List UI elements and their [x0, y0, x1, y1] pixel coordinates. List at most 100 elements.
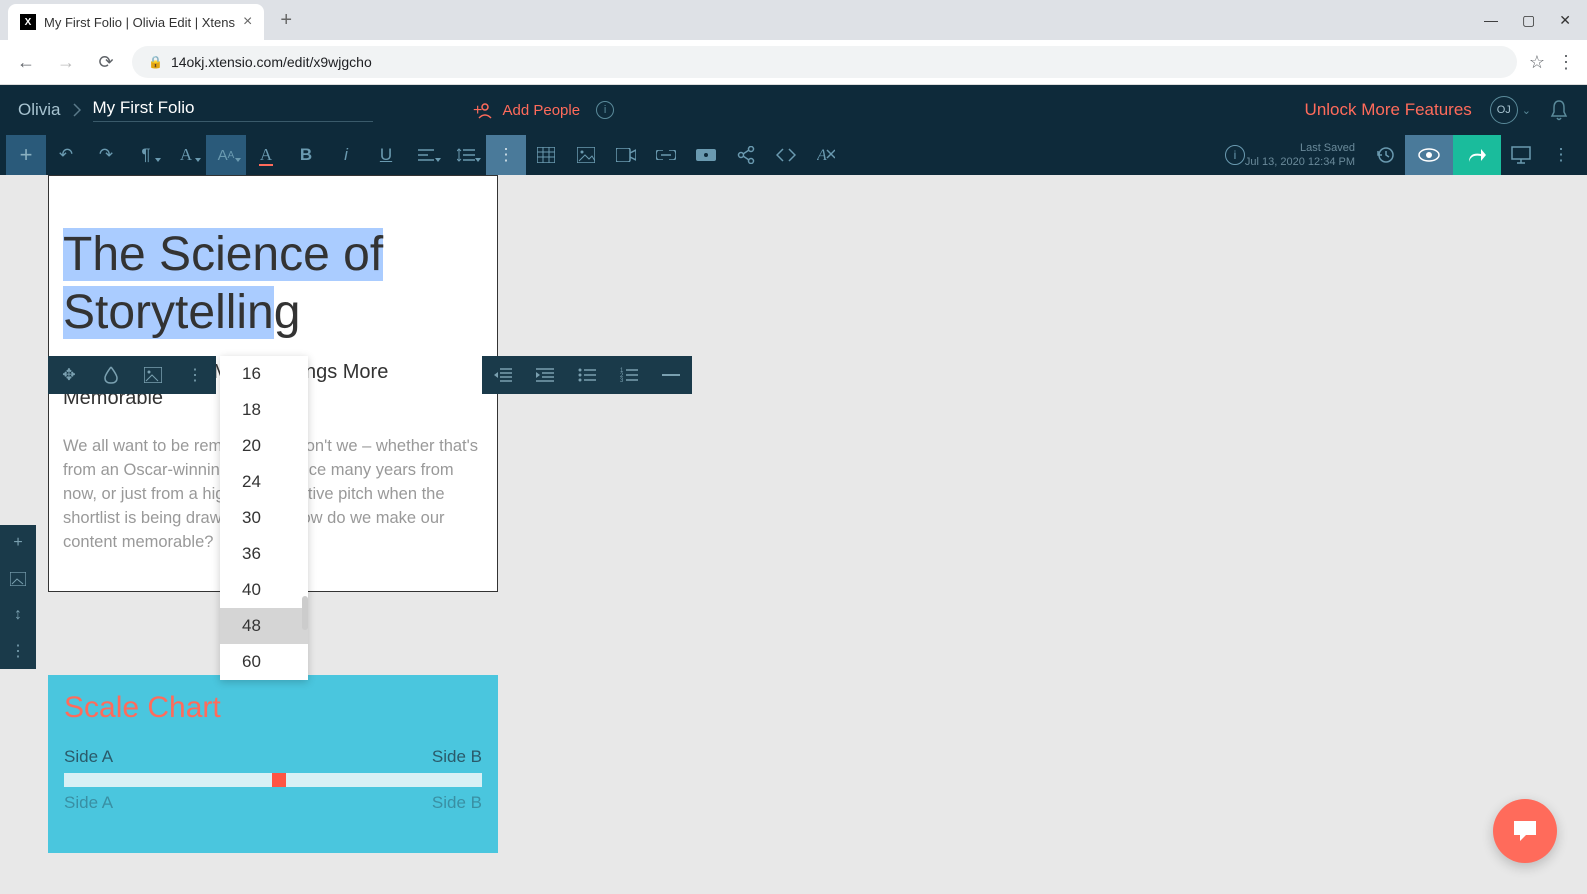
font-size-option[interactable]: 48	[220, 608, 308, 644]
line-height-dropdown[interactable]	[446, 135, 486, 175]
present-icon[interactable]	[1501, 135, 1541, 175]
share-button[interactable]	[1453, 135, 1501, 175]
avatar: OJ	[1490, 96, 1518, 124]
chart-slider-track[interactable]	[64, 773, 482, 787]
chart-side-a-label-2[interactable]: Side A	[64, 793, 113, 813]
font-family-dropdown[interactable]: A	[166, 135, 206, 175]
block-more-icon[interactable]: ⋮	[174, 356, 216, 394]
text-color-icon[interactable]: A	[246, 135, 286, 175]
font-size-option[interactable]: 20	[220, 428, 308, 464]
outdent-icon[interactable]	[482, 356, 524, 394]
insert-image-icon[interactable]	[566, 135, 606, 175]
nav-reload-icon[interactable]: ⟳	[92, 52, 120, 73]
underline-icon[interactable]: U	[366, 135, 406, 175]
font-size-option[interactable]: 60	[220, 644, 308, 680]
block-toolbar-left: ✥ ⋮	[48, 356, 216, 394]
clear-formatting-icon[interactable]: A	[806, 135, 846, 175]
ordered-list-icon[interactable]: 123	[608, 356, 650, 394]
folio-title[interactable]: My First Folio	[93, 98, 373, 122]
left-rail: + ↕ ⋮	[0, 525, 36, 669]
font-size-option[interactable]: 40	[220, 572, 308, 608]
canvas-area: ✥ ⋮ 123 + ↕ ⋮	[0, 175, 1587, 894]
font-size-option[interactable]: 24	[220, 464, 308, 500]
block-toolbar-right: 123	[482, 356, 692, 394]
chevron-right-icon	[73, 103, 81, 117]
chart-labels: Side A Side B	[64, 747, 482, 767]
add-section-button[interactable]: +	[6, 135, 46, 175]
tab-title: My First Folio | Olivia Edit | Xtens	[44, 15, 235, 30]
add-people-icon: +	[473, 101, 495, 119]
window-minimize-icon[interactable]: —	[1484, 12, 1498, 29]
font-size-option[interactable]: 18	[220, 392, 308, 428]
history-icon[interactable]	[1365, 135, 1405, 175]
user-menu[interactable]: OJ ⌄	[1490, 96, 1531, 124]
font-size-option[interactable]: 36	[220, 536, 308, 572]
insert-button-icon[interactable]	[686, 135, 726, 175]
browser-tab[interactable]: X My First Folio | Olivia Edit | Xtens ×	[8, 4, 264, 40]
chart-labels-2: Side A Side B	[64, 793, 482, 813]
rail-resize-icon[interactable]: ↕	[0, 597, 36, 633]
nav-forward-icon: →	[52, 52, 80, 73]
move-icon[interactable]: ✥	[48, 356, 90, 394]
chat-fab[interactable]	[1493, 799, 1557, 863]
insert-table-icon[interactable]	[526, 135, 566, 175]
rail-more-icon[interactable]: ⋮	[0, 633, 36, 669]
svg-text:A: A	[817, 147, 827, 164]
align-dropdown[interactable]	[406, 135, 446, 175]
share-network-icon[interactable]	[726, 135, 766, 175]
url-text: 14okj.xtensio.com/edit/x9wjgcho	[171, 54, 372, 70]
scale-chart-block[interactable]: Scale Chart Side A Side B Side A Side B	[48, 675, 498, 853]
notifications-icon[interactable]	[1549, 99, 1569, 121]
font-size-option[interactable]: 30	[220, 500, 308, 536]
tab-close-icon[interactable]: ×	[243, 13, 252, 31]
indent-icon[interactable]	[524, 356, 566, 394]
italic-icon[interactable]: i	[326, 135, 366, 175]
image-icon[interactable]	[132, 356, 174, 394]
embed-code-icon[interactable]	[766, 135, 806, 175]
add-people-button[interactable]: + Add People i	[473, 101, 615, 119]
unordered-list-icon[interactable]	[566, 356, 608, 394]
window-maximize-icon[interactable]: ▢	[1522, 12, 1535, 29]
rail-image-icon[interactable]	[0, 561, 36, 597]
droplet-icon[interactable]	[90, 356, 132, 394]
app-header: Olivia My First Folio + Add People i Unl…	[0, 85, 1587, 135]
info-icon[interactable]: i	[596, 101, 614, 119]
svg-text:3: 3	[620, 378, 624, 383]
window-close-icon[interactable]: ✕	[1559, 12, 1571, 29]
headline[interactable]: The Science of Storytelling	[63, 226, 483, 341]
rail-add-icon[interactable]: +	[0, 525, 36, 561]
browser-address-bar: ← → ⟳ 🔒 14okj.xtensio.com/edit/x9wjgcho …	[0, 40, 1587, 84]
font-size-option[interactable]: 16	[220, 356, 308, 392]
chart-side-a-label[interactable]: Side A	[64, 747, 113, 767]
browser-menu-icon[interactable]: ⋮	[1557, 52, 1575, 73]
toolbar-more-icon[interactable]: ⋮	[1541, 135, 1581, 175]
paragraph-format-dropdown[interactable]: ¶	[126, 135, 166, 175]
insert-link-icon[interactable]	[646, 135, 686, 175]
horizontal-rule-icon[interactable]	[650, 356, 692, 394]
info-icon[interactable]: i	[1225, 145, 1245, 165]
chart-side-b-label[interactable]: Side B	[432, 747, 482, 767]
breadcrumb: Olivia My First Folio	[18, 98, 373, 122]
more-formatting-icon[interactable]: ⋮	[486, 135, 526, 175]
insert-video-icon[interactable]	[606, 135, 646, 175]
dropdown-scrollbar[interactable]	[302, 596, 308, 630]
font-size-dropdown[interactable]: AA	[206, 135, 246, 175]
bookmark-star-icon[interactable]: ☆	[1529, 52, 1545, 73]
new-tab-button[interactable]: +	[280, 9, 292, 32]
undo-icon[interactable]: ↶	[46, 135, 86, 175]
chart-side-b-label-2[interactable]: Side B	[432, 793, 482, 813]
nav-back-icon[interactable]: ←	[12, 52, 40, 73]
formatting-toolbar: + ↶ ↷ ¶ A AA A B i U ⋮ A i Last Saved Ju…	[0, 135, 1587, 175]
bold-icon[interactable]: B	[286, 135, 326, 175]
breadcrumb-user[interactable]: Olivia	[18, 100, 61, 120]
browser-tab-bar: X My First Folio | Olivia Edit | Xtens ×…	[0, 0, 1587, 40]
tab-favicon: X	[20, 14, 36, 30]
redo-icon[interactable]: ↷	[86, 135, 126, 175]
chevron-down-icon: ⌄	[1522, 104, 1531, 117]
preview-button[interactable]	[1405, 135, 1453, 175]
url-input[interactable]: 🔒 14okj.xtensio.com/edit/x9wjgcho	[132, 46, 1517, 78]
chart-title[interactable]: Scale Chart	[64, 691, 482, 725]
unlock-features-link[interactable]: Unlock More Features	[1305, 100, 1472, 120]
chart-slider-handle[interactable]	[272, 773, 286, 787]
lock-icon: 🔒	[148, 55, 163, 69]
